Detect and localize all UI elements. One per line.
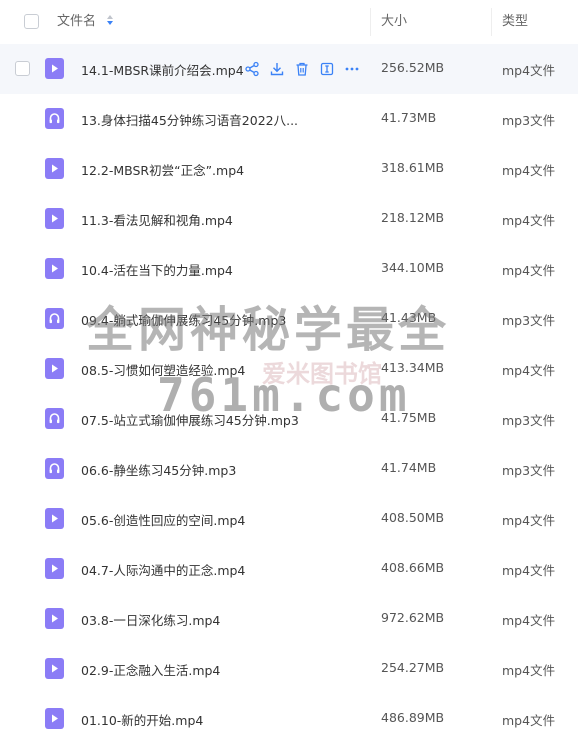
file-name[interactable]: 14.1-MBSR课前介绍会.mp4 <box>81 60 244 79</box>
file-type: mp4文件 <box>502 363 556 378</box>
video-file-icon <box>45 708 64 729</box>
file-type: mp4文件 <box>502 63 556 78</box>
file-size: 344.10MB <box>381 260 445 275</box>
sort-icon[interactable] <box>106 14 114 26</box>
delete-icon[interactable] <box>294 61 310 77</box>
file-name[interactable]: 10.4-活在当下的力量.mp4 <box>81 260 233 279</box>
file-type: mp3文件 <box>502 113 556 128</box>
video-file-icon <box>45 208 64 229</box>
row-checkbox[interactable] <box>15 61 30 76</box>
audio-file-icon <box>45 108 64 129</box>
file-name[interactable]: 11.3-看法见解和视角.mp4 <box>81 210 233 229</box>
file-row[interactable]: 10.4-活在当下的力量.mp4 344.10MB mp4文件 <box>0 244 578 294</box>
file-row[interactable]: 04.7-人际沟通中的正念.mp4 408.66MB mp4文件 <box>0 544 578 594</box>
file-type: mp4文件 <box>502 513 556 528</box>
file-list-header: 文件名 大小 类型 <box>0 0 578 45</box>
file-type: mp4文件 <box>502 163 556 178</box>
file-size: 254.27MB <box>381 660 445 675</box>
file-row[interactable]: 01.10-新的开始.mp4 486.89MB mp4文件 <box>0 694 578 744</box>
audio-file-icon <box>45 408 64 429</box>
file-type: mp4文件 <box>502 613 556 628</box>
file-size: 41.74MB <box>381 460 437 475</box>
select-all-checkbox[interactable] <box>24 14 39 29</box>
file-row[interactable]: 12.2-MBSR初尝“正念”.mp4 318.61MB mp4文件 <box>0 144 578 194</box>
file-type: mp3文件 <box>502 413 556 428</box>
file-name[interactable]: 01.10-新的开始.mp4 <box>81 710 203 729</box>
audio-file-icon <box>45 458 64 479</box>
rename-icon[interactable] <box>319 61 335 77</box>
file-size: 972.62MB <box>381 610 445 625</box>
row-actions <box>244 61 360 77</box>
column-header-size-label: 大小 <box>381 14 408 29</box>
watermark-url: 761m.com <box>157 368 411 422</box>
video-file-icon <box>45 158 64 179</box>
column-header-type-label: 类型 <box>502 14 529 29</box>
file-size: 41.73MB <box>381 110 437 125</box>
column-header-name-label: 文件名 <box>57 14 97 29</box>
file-row[interactable]: 14.1-MBSR课前介绍会.mp4 256.52MB mp4文件 <box>0 44 578 94</box>
column-header-size[interactable]: 大小 <box>381 0 407 44</box>
share-icon[interactable] <box>244 61 260 77</box>
file-type: mp4文件 <box>502 563 556 578</box>
file-size: 408.50MB <box>381 510 445 525</box>
download-icon[interactable] <box>269 61 285 77</box>
file-name[interactable]: 02.9-正念融入生活.mp4 <box>81 660 220 679</box>
video-file-icon <box>45 558 64 579</box>
file-row[interactable]: 03.8-一日深化练习.mp4 972.62MB mp4文件 <box>0 594 578 644</box>
more-icon[interactable] <box>344 61 360 77</box>
file-type: mp4文件 <box>502 663 556 678</box>
column-header-name[interactable]: 文件名 <box>57 0 114 44</box>
file-size: 408.66MB <box>381 560 445 575</box>
file-type: mp4文件 <box>502 263 556 278</box>
column-divider <box>491 8 492 36</box>
file-type: mp4文件 <box>502 713 556 728</box>
watermark-text: 全网神秘学最全 <box>86 302 451 358</box>
file-name[interactable]: 13.身体扫描45分钟练习语音2022八... <box>81 110 298 129</box>
video-file-icon <box>45 608 64 629</box>
file-row[interactable]: 02.9-正念融入生活.mp4 254.27MB mp4文件 <box>0 644 578 694</box>
file-row[interactable]: 05.6-创造性回应的空间.mp4 408.50MB mp4文件 <box>0 494 578 544</box>
video-file-icon <box>45 358 64 379</box>
file-row[interactable]: 11.3-看法见解和视角.mp4 218.12MB mp4文件 <box>0 194 578 244</box>
column-header-type[interactable]: 类型 <box>502 0 528 44</box>
file-name[interactable]: 04.7-人际沟通中的正念.mp4 <box>81 560 245 579</box>
file-type: mp3文件 <box>502 313 556 328</box>
column-divider <box>370 8 371 36</box>
file-size: 256.52MB <box>381 60 445 75</box>
file-size: 486.89MB <box>381 710 445 725</box>
file-type: mp4文件 <box>502 213 556 228</box>
file-name[interactable]: 12.2-MBSR初尝“正念”.mp4 <box>81 160 244 179</box>
file-row[interactable]: 13.身体扫描45分钟练习语音2022八... 41.73MB mp3文件 <box>0 94 578 144</box>
video-file-icon <box>45 508 64 529</box>
file-type: mp3文件 <box>502 463 556 478</box>
file-size: 318.61MB <box>381 160 445 175</box>
video-file-icon <box>45 258 64 279</box>
audio-file-icon <box>45 308 64 329</box>
file-row[interactable]: 06.6-静坐练习45分钟.mp3 41.74MB mp3文件 <box>0 444 578 494</box>
file-size: 218.12MB <box>381 210 445 225</box>
video-file-icon <box>45 58 64 79</box>
file-name[interactable]: 05.6-创造性回应的空间.mp4 <box>81 510 245 529</box>
file-name[interactable]: 03.8-一日深化练习.mp4 <box>81 610 220 629</box>
video-file-icon <box>45 658 64 679</box>
file-name[interactable]: 06.6-静坐练习45分钟.mp3 <box>81 460 236 479</box>
